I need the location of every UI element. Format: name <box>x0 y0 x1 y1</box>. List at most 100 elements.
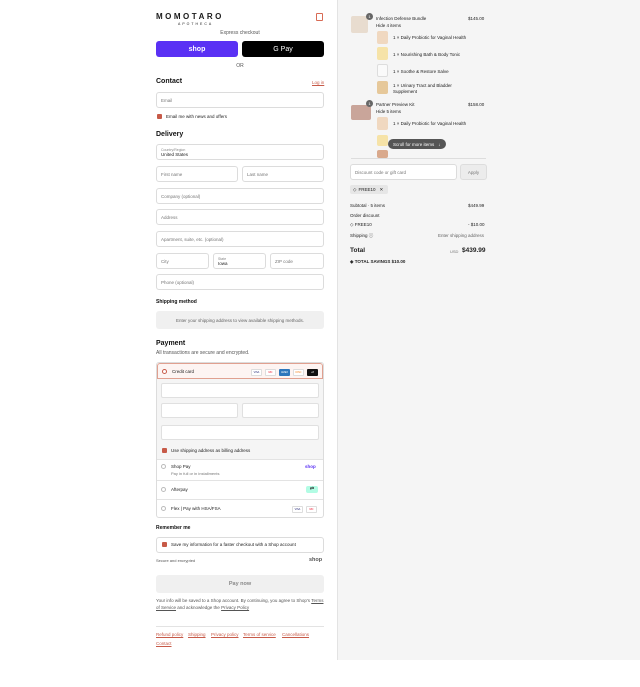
name-on-card-field[interactable] <box>161 425 319 440</box>
email-field[interactable]: Email <box>156 92 324 108</box>
bundle-sub-item-1: 1 × Daily Probiotic for Vaginal Health <box>393 35 467 40</box>
phone-field[interactable]: Phone (optional) <box>156 274 324 290</box>
bundle-sub-item-2: 1 × Nourishing Bath & Body Tonic <box>393 52 461 57</box>
payment-heading: Payment <box>156 340 186 347</box>
bundle-sub-item-3: 1 × Soothe & Restore Salve <box>393 69 449 74</box>
google-pay-button[interactable]: G Pay <box>242 41 324 57</box>
pay-now-button[interactable]: Pay now <box>156 575 324 593</box>
footer-refund-link[interactable]: Refund policy <box>156 632 183 637</box>
credit-card-option[interactable]: Credit card VISA MC AMEX DISC +8 <box>157 363 323 379</box>
partner-kit-toggle[interactable]: Hide 5 items <box>376 109 401 114</box>
payment-options: Credit card VISA MC AMEX DISC +8 Use shi… <box>156 362 324 518</box>
billing-checkbox-label: Use shipping address as billing address <box>171 448 251 453</box>
footer-terms-link[interactable]: Terms of service <box>243 632 276 637</box>
shop-pay-label: Shop Pay <box>171 464 191 469</box>
bundle-thumbnail <box>351 16 368 33</box>
legal-text: Your info will be saved to a Shop accoun… <box>156 598 326 611</box>
order-summary-panel: 1 Infection Defense Bundle $145.00 Hide … <box>337 0 640 660</box>
brand-logo[interactable]: MOMOTARO APOTHECA <box>156 12 224 26</box>
card-number-field[interactable] <box>161 383 319 398</box>
first-name-field[interactable]: First name <box>156 166 238 182</box>
footer-shipping-link[interactable]: Shipping <box>188 632 206 637</box>
tag-icon: ◇ <box>353 186 357 192</box>
security-code-field[interactable] <box>242 403 319 418</box>
tonic-thumbnail <box>377 47 388 60</box>
partner-item-thumbnail-2 <box>377 135 388 146</box>
footer-privacy-link[interactable]: Privacy policy <box>211 632 239 637</box>
remove-discount-icon[interactable]: ✕ <box>379 187 383 193</box>
partner-kit-qty-badge: 1 <box>366 100 373 107</box>
shipping-label-text: Shipping <box>350 233 368 238</box>
shop-pay-button[interactable]: shop <box>156 41 238 57</box>
or-divider: OR <box>236 63 244 69</box>
afterpay-option[interactable]: Afterpay ⇄ <box>157 480 323 499</box>
billing-checkbox[interactable] <box>162 448 167 453</box>
remember-me-heading: Remember me <box>156 525 191 531</box>
checkout-page: MOMOTARO APOTHECA Express checkout shop G… <box>0 0 640 687</box>
address-field[interactable]: Address <box>156 209 324 225</box>
partner-probiotic-thumbnail <box>377 117 388 130</box>
subtotal-label: Subtotal · 5 items <box>350 203 386 208</box>
cart-bag-icon[interactable] <box>316 13 323 21</box>
country-select[interactable]: Country/Region United States <box>156 144 324 160</box>
privacy-link[interactable]: Privacy Policy <box>221 605 249 610</box>
flex-option[interactable]: Flex | Pay with HSA/FSA VISA MC <box>157 499 323 518</box>
discount-code-value: FREE10 <box>354 222 372 227</box>
bundle-toggle[interactable]: Hide 4 items <box>376 23 401 28</box>
bundle-qty-badge: 1 <box>366 13 373 20</box>
remember-me-label: Save my information for a faster checkou… <box>171 542 296 547</box>
afterpay-icon: ⇄ <box>306 486 318 493</box>
payment-subtitle: All transactions are secure and encrypte… <box>156 350 250 356</box>
shop-pay-option[interactable]: Shop Pay Pay in full or in installments … <box>157 459 323 480</box>
discount-code-field[interactable]: Discount code or gift card <box>350 164 457 180</box>
discount-tag: ◇ FREE10 ✕ <box>350 185 388 194</box>
total-savings-label: TOTAL SAVINGS <box>354 259 391 264</box>
total-value: $439.99 <box>462 247 486 254</box>
visa-icon: VISA <box>251 369 262 376</box>
apartment-field[interactable]: Apartment, suite, etc. (optional) <box>156 231 324 247</box>
checkout-form-panel: MOMOTARO APOTHECA Express checkout shop G… <box>0 0 337 660</box>
legal-text-2: and acknowledge the <box>177 604 220 610</box>
flex-radio[interactable] <box>161 506 166 511</box>
arrow-down-icon: ↓ <box>438 141 441 147</box>
partner-item-thumbnail-3 <box>377 150 388 158</box>
flex-visa-icon: VISA <box>292 506 303 513</box>
order-discount-label: Order discount <box>350 213 380 218</box>
shop-logo: shop <box>309 557 323 563</box>
amex-icon: AMEX <box>279 369 290 376</box>
shop-pay-sub: Pay in full or in installments <box>171 471 220 476</box>
partner-kit-name: Partner Preview Kit <box>376 102 415 107</box>
shipping-method-heading: Shipping method <box>156 299 197 305</box>
afterpay-radio[interactable] <box>161 487 166 492</box>
subtotal-value: $449.99 <box>468 203 485 208</box>
expiry-field[interactable] <box>161 403 238 418</box>
footer-cancellations-link[interactable]: Cancellations <box>282 632 309 637</box>
last-name-field[interactable]: Last name <box>242 166 324 182</box>
total-label: Total <box>350 247 366 254</box>
credit-card-label: Credit card <box>172 369 195 374</box>
news-checkbox-label: Email me with news and offers <box>166 114 227 119</box>
total-savings-value: $10.00 <box>391 259 406 264</box>
news-checkbox[interactable] <box>157 114 162 119</box>
mastercard-icon: MC <box>265 369 276 376</box>
secure-encrypted-note: Secure and encrypted <box>156 558 196 563</box>
shop-pay-radio[interactable] <box>161 464 166 469</box>
apply-button[interactable]: Apply <box>460 164 487 180</box>
items-divider <box>351 158 486 159</box>
info-icon[interactable]: ⓘ <box>369 233 374 238</box>
city-field[interactable]: City <box>156 253 209 269</box>
discount-value: - $10.00 <box>468 222 485 227</box>
legal-text-1: Your info will be saved to a Shop accoun… <box>156 598 311 603</box>
footer-contact-link[interactable]: Contact <box>156 641 172 646</box>
zip-field[interactable]: ZIP code <box>270 253 324 269</box>
scroll-hint-text: Scroll for more items <box>393 141 435 147</box>
remember-me-checkbox[interactable] <box>162 542 167 547</box>
scroll-more-tooltip[interactable]: Scroll for more items ↓ <box>388 139 446 149</box>
credit-card-radio[interactable] <box>162 369 167 374</box>
company-field[interactable]: Company (optional) <box>156 188 324 204</box>
state-value: Iowa <box>218 260 228 266</box>
discover-icon: DISC <box>293 369 304 376</box>
state-select[interactable]: State Iowa <box>213 253 266 269</box>
login-link[interactable]: Log in <box>312 80 324 85</box>
footer-divider <box>156 626 324 627</box>
